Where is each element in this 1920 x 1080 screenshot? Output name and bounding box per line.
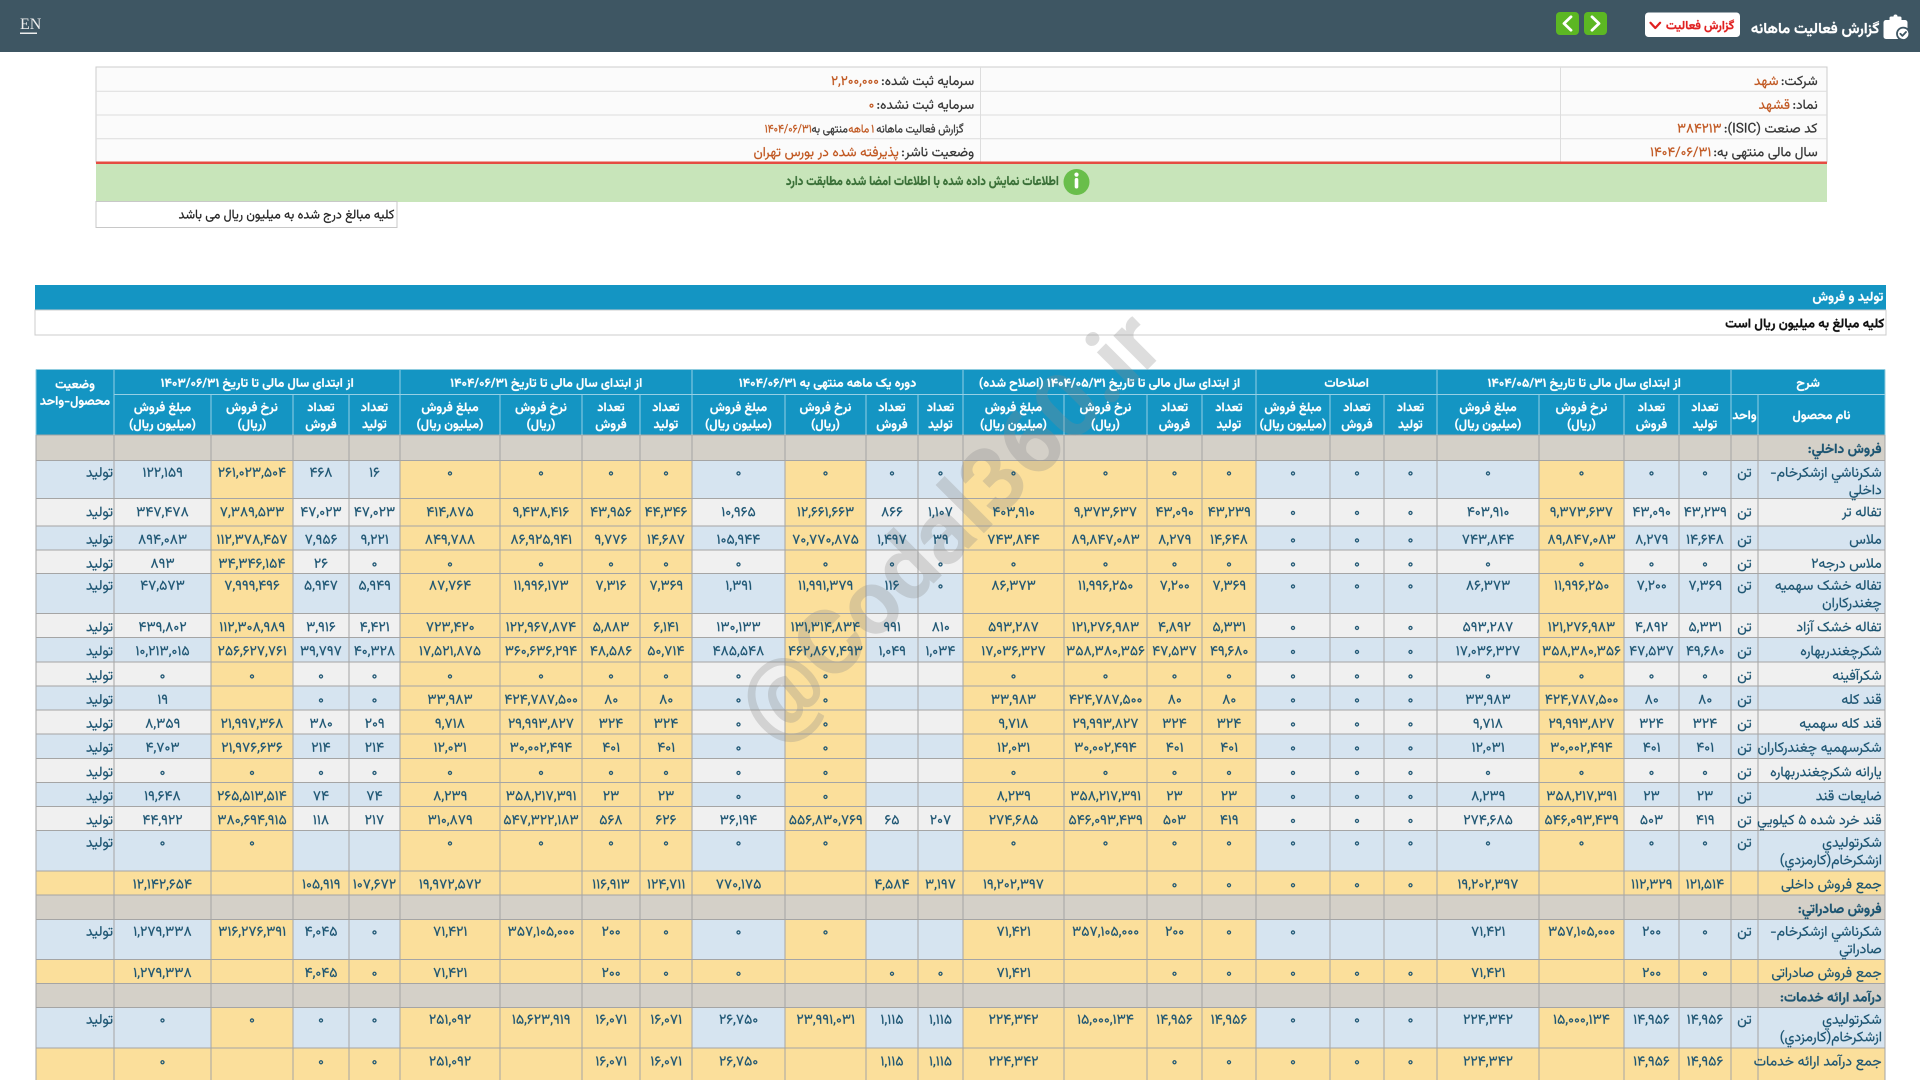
svg-text:EN: EN: [20, 16, 42, 33]
